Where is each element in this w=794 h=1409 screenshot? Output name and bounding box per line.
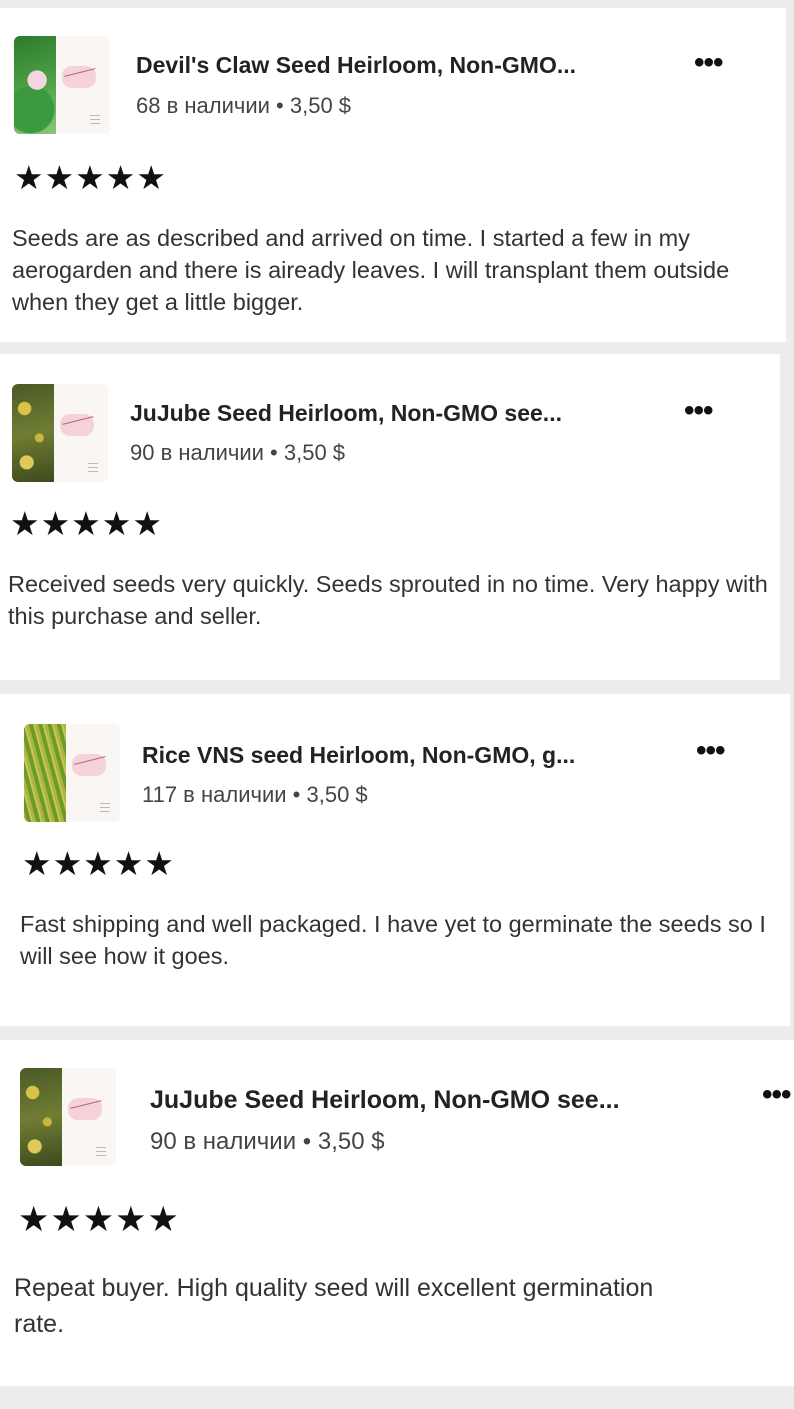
separator: •: [296, 1128, 318, 1155]
review-card: JuJube Seed Heirloom, Non-GMO see... 90 …: [0, 1040, 794, 1386]
product-title[interactable]: JuJube Seed Heirloom, Non-GMO see...: [150, 1086, 620, 1115]
review-text: Fast shipping and well packaged. I have …: [20, 911, 766, 969]
stock-count: 68 в наличии: [136, 93, 270, 118]
product-stock-price: 90 в наличии • 3,50 $: [130, 440, 345, 466]
product-label-image: [54, 384, 108, 482]
review-card: JuJube Seed Heirloom, Non-GMO see... 90 …: [0, 354, 780, 680]
product-photo: [24, 724, 66, 822]
price: 3,50 $: [306, 782, 368, 807]
separator: •: [286, 782, 307, 807]
review-list: Devil's Claw Seed Heirloom, Non-GMO... 6…: [0, 0, 794, 1409]
star-rating: ★★★★★: [22, 844, 175, 883]
stock-count: 117 в наличии: [142, 782, 287, 807]
more-options-icon[interactable]: •••: [696, 736, 725, 766]
product-title[interactable]: Devil's Claw Seed Heirloom, Non-GMO...: [136, 52, 576, 79]
stock-count: 90 в наличии: [150, 1128, 297, 1155]
stock-count: 90 в наличии: [130, 440, 264, 465]
star-rating: ★★★★★: [18, 1200, 180, 1240]
price: 3,50 $: [283, 440, 346, 465]
star-rating: ★★★★★: [10, 504, 163, 543]
review-card: Devil's Claw Seed Heirloom, Non-GMO... 6…: [0, 8, 786, 342]
product-thumbnail[interactable]: [12, 384, 108, 482]
product-thumbnail[interactable]: [20, 1068, 116, 1166]
price: 3,50 $: [317, 1128, 385, 1155]
more-options-icon[interactable]: •••: [694, 48, 723, 78]
separator: •: [263, 440, 284, 465]
product-label-image: [62, 1068, 116, 1166]
product-title[interactable]: Rice VNS seed Heirloom, Non-GMO, g...: [142, 742, 575, 769]
product-stock-price: 90 в наличии • 3,50 $: [150, 1128, 385, 1156]
separator: •: [269, 93, 290, 118]
review-card: Rice VNS seed Heirloom, Non-GMO, g... 11…: [0, 694, 790, 1026]
product-label-image: [66, 724, 120, 822]
product-photo: [20, 1068, 62, 1166]
product-stock-price: 68 в наличии • 3,50 $: [136, 93, 351, 119]
review-text: Seeds are as described and arrived on ti…: [12, 225, 730, 315]
more-options-icon[interactable]: •••: [762, 1080, 791, 1110]
product-title[interactable]: JuJube Seed Heirloom, Non-GMO see...: [130, 400, 562, 427]
product-thumbnail[interactable]: [14, 36, 110, 134]
star-rating: ★★★★★: [14, 158, 167, 197]
review-text: Received seeds very quickly. Seeds sprou…: [8, 571, 768, 629]
review-text: Repeat buyer. High quality seed will exc…: [14, 1274, 654, 1338]
product-stock-price: 117 в наличии • 3,50 $: [142, 782, 368, 808]
product-thumbnail[interactable]: [24, 724, 120, 822]
product-photo: [14, 36, 56, 134]
more-options-icon[interactable]: •••: [684, 396, 713, 426]
product-photo: [12, 384, 54, 482]
product-label-image: [56, 36, 110, 134]
price: 3,50 $: [289, 93, 352, 118]
